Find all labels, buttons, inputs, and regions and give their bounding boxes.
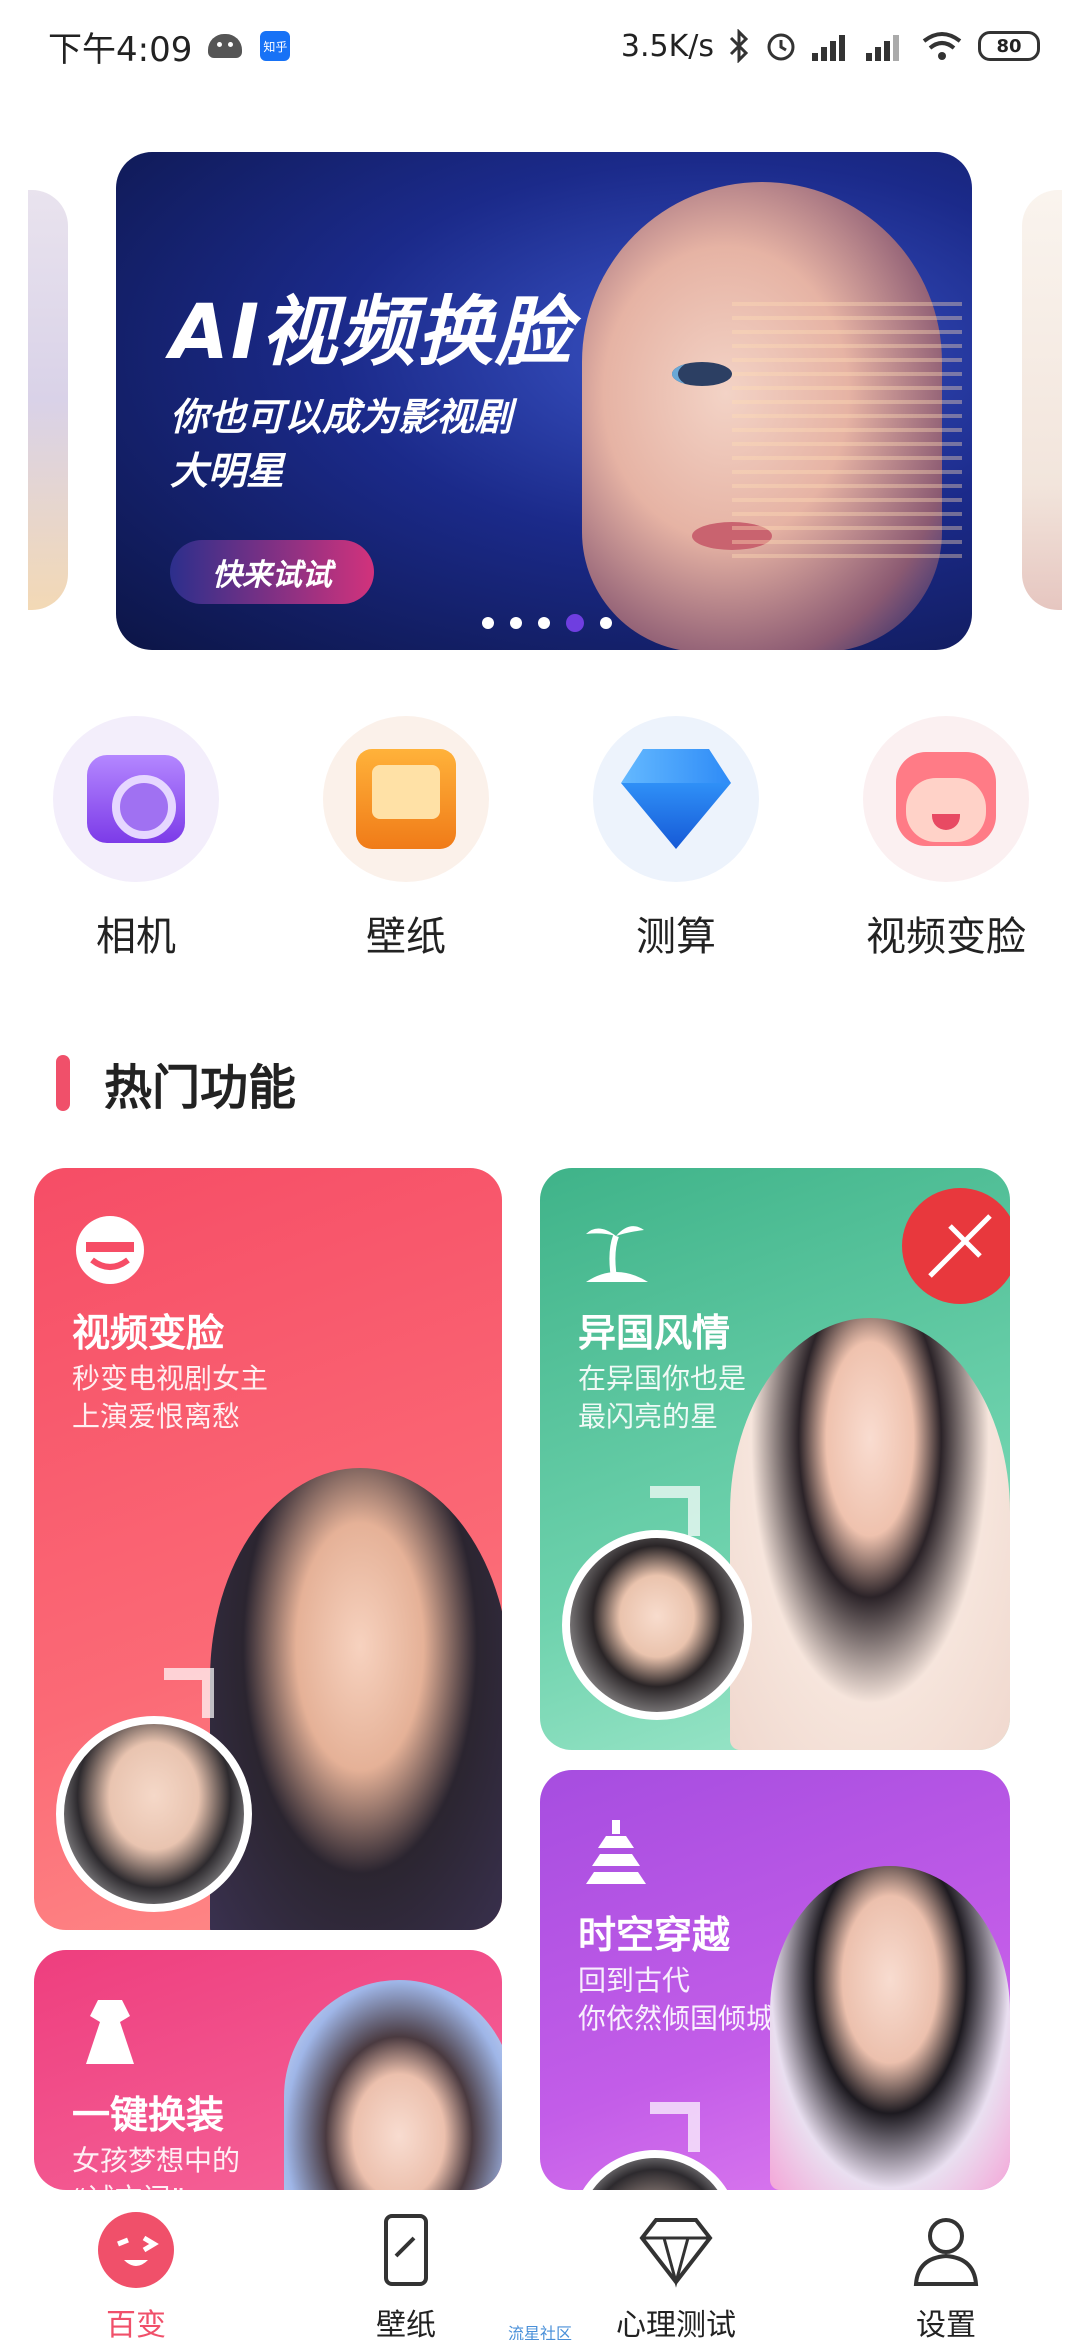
banner-try-button[interactable]: 快来试试 xyxy=(170,540,374,604)
user-icon xyxy=(913,2218,979,2286)
pagoda-icon xyxy=(586,1820,646,1884)
nav-label: 壁纸 xyxy=(376,2308,436,2340)
wallpaper-icon-bg xyxy=(323,716,489,882)
banner-dot[interactable] xyxy=(510,617,522,629)
quick-entry-label: 相机 xyxy=(96,914,176,960)
quick-entry-row: 相机 壁纸 测算 视频变脸 xyxy=(0,716,1080,960)
banner-next-peek[interactable] xyxy=(1022,190,1062,610)
network-speed: 3.5K/s xyxy=(620,28,714,64)
transform-arrow-icon xyxy=(650,1486,700,1536)
card-desc: 秒变电视剧女主 上演爱恨离愁 xyxy=(72,1362,269,1433)
bluetooth-icon xyxy=(729,29,749,63)
banner-dot[interactable] xyxy=(538,617,550,629)
section-title: 热门功能 xyxy=(104,1060,297,1116)
diamond-outline-icon xyxy=(639,2218,713,2288)
alarm-icon xyxy=(767,33,795,61)
feature-card-time-travel[interactable]: 时空穿越 回到古代 你依然倾国倾城 xyxy=(540,1770,1010,2190)
quick-entry-label: 测算 xyxy=(636,914,716,960)
quick-entry-face-swap[interactable]: 视频变脸 xyxy=(846,716,1046,962)
banner-dots xyxy=(482,614,612,632)
zhihu-icon: 知乎 xyxy=(260,31,291,61)
camera-icon-bg xyxy=(53,716,219,882)
feature-card-video-face-swap[interactable]: 视频变脸 秒变电视剧女主 上演爱恨离愁 xyxy=(34,1168,502,1930)
card-title: 时空穿越 xyxy=(578,1913,731,1957)
card-portrait-main xyxy=(284,1980,502,2190)
card-portrait-main xyxy=(770,1866,1010,2190)
nav-tab-psych-test[interactable]: 心理测试 xyxy=(576,2210,776,2340)
nav-tab-settings[interactable]: 设置 xyxy=(846,2210,1046,2340)
dress-icon xyxy=(86,2000,134,2064)
status-right-icons: 3.5K/s 80 xyxy=(621,29,1040,64)
wallpaper-icon xyxy=(356,749,456,849)
mask-icon xyxy=(76,1216,144,1284)
quick-entry-fortune[interactable]: 测算 xyxy=(576,716,776,962)
diamond-icon xyxy=(621,749,731,849)
quick-entry-camera[interactable]: 相机 xyxy=(36,716,236,962)
face-icon-bg xyxy=(863,716,1029,882)
phone-icon xyxy=(384,2214,428,2286)
quick-entry-wallpaper[interactable]: 壁纸 xyxy=(306,716,506,962)
feature-card-exotic[interactable]: 异国风情 在异国你也是 最闪亮的星 xyxy=(540,1168,1010,1750)
signal-icon-1 xyxy=(812,31,852,61)
nav-label: 心理测试 xyxy=(616,2308,736,2340)
banner-carousel[interactable]: AI视频换脸 你也可以成为影视剧大明星 快来试试 xyxy=(116,152,972,650)
palm-icon xyxy=(586,1226,648,1282)
card-portrait-source xyxy=(562,1530,752,1720)
card-title: 异国风情 xyxy=(578,1311,731,1355)
banner-title: AI视频换脸 xyxy=(170,287,574,376)
banner-subtitle: 你也可以成为影视剧大明星 xyxy=(170,395,513,493)
card-portrait-main xyxy=(210,1468,502,1930)
banner-code-overlay xyxy=(732,302,962,562)
quick-entry-label: 视频变脸 xyxy=(866,914,1026,960)
feature-card-dress-up[interactable]: 一键换装 女孩梦想中的 “试衣间” xyxy=(34,1950,502,2190)
diamond-icon-bg xyxy=(593,716,759,882)
bottom-navigation: 百变 壁纸 心理测试 设置 流星社区 xyxy=(0,2190,1080,2340)
card-portrait-source xyxy=(56,1716,252,1912)
wifi-icon xyxy=(922,32,962,60)
banner-dot[interactable] xyxy=(600,617,612,629)
nav-label: 设置 xyxy=(916,2308,976,2340)
banner-dot[interactable] xyxy=(482,617,494,629)
card-portrait-main xyxy=(730,1318,1010,1750)
community-hint[interactable]: 流星社区 xyxy=(508,2320,572,2340)
card-portrait-source xyxy=(570,2150,740,2190)
nav-tab-wallpaper[interactable]: 壁纸 xyxy=(306,2210,506,2340)
face-icon xyxy=(896,752,996,846)
battery-indicator: 80 xyxy=(978,31,1040,61)
quick-entry-label: 壁纸 xyxy=(366,914,446,960)
signal-icon-2 xyxy=(866,31,906,61)
card-title: 一键换装 xyxy=(72,2093,225,2137)
camera-icon xyxy=(87,755,185,843)
transform-arrow-icon xyxy=(164,1668,214,1718)
transform-arrow-icon xyxy=(650,2102,700,2152)
paper-umbrella-icon xyxy=(902,1188,1010,1304)
section-header: 热门功能 xyxy=(56,1048,296,1118)
wink-face-icon xyxy=(98,2212,174,2288)
nav-label: 百变 xyxy=(106,2308,166,2340)
banner-dot-active[interactable] xyxy=(566,614,584,632)
banner-prev-peek[interactable] xyxy=(28,190,68,610)
notification-icons: 知乎 xyxy=(208,31,291,61)
android-icon xyxy=(208,34,243,58)
status-time: 下午4:09 xyxy=(48,29,193,70)
nav-tab-baibian[interactable]: 百变 xyxy=(36,2210,236,2340)
status-bar: 下午4:09 知乎 3.5K/s 80 xyxy=(0,0,1080,92)
section-accent-bar xyxy=(56,1055,70,1111)
card-title: 视频变脸 xyxy=(72,1311,225,1355)
